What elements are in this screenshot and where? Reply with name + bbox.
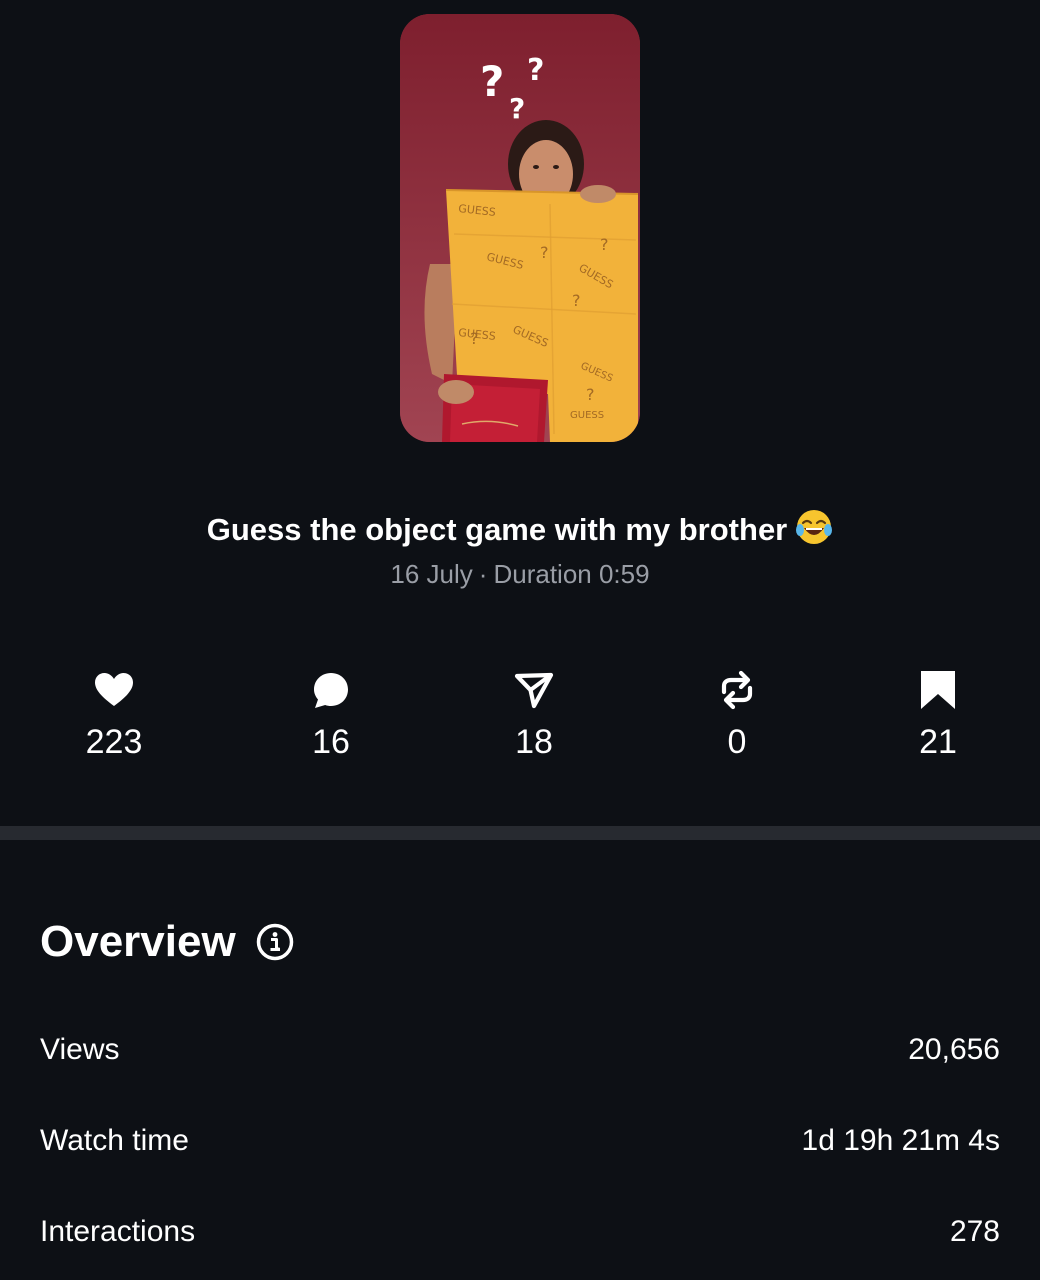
comment-icon bbox=[314, 673, 348, 708]
reposts-count: 0 bbox=[727, 723, 747, 761]
watch-time-value: 1d 19h 21m 4s bbox=[801, 1124, 1000, 1157]
svg-text:?: ? bbox=[480, 57, 504, 106]
video-title: Guess the object game with my brother bbox=[0, 508, 1040, 551]
heart-icon bbox=[95, 673, 133, 706]
video-title-text: Guess the object game with my brother bbox=[206, 512, 788, 547]
svg-text:GUESS: GUESS bbox=[570, 410, 604, 421]
saves-count: 21 bbox=[919, 723, 957, 761]
interactions-value: 278 bbox=[949, 1215, 1000, 1248]
video-duration: Duration 0:59 bbox=[493, 559, 650, 589]
repost-icon bbox=[721, 670, 753, 710]
svg-text:?: ? bbox=[572, 291, 581, 310]
bookmark-icon bbox=[921, 671, 955, 709]
views-row: Views 20,656 bbox=[40, 1028, 1000, 1072]
shares-stat: 18 bbox=[464, 668, 604, 762]
video-thumbnail[interactable]: ? ? ? GUESS GUESS GUESS GUESS GUESS GUES… bbox=[400, 14, 640, 442]
shares-count: 18 bbox=[515, 723, 553, 761]
interactions-row: Interactions 278 bbox=[40, 1210, 1000, 1254]
comments-count: 16 bbox=[312, 723, 350, 761]
svg-text:?: ? bbox=[527, 53, 544, 88]
svg-text:?: ? bbox=[540, 243, 549, 262]
video-date: 16 July bbox=[390, 559, 473, 589]
video-meta: 16 July · Duration 0:59 bbox=[0, 556, 1040, 592]
saves-stat: 21 bbox=[868, 668, 1008, 762]
views-label: Views bbox=[40, 1033, 120, 1066]
views-value: 20,656 bbox=[908, 1033, 1000, 1066]
engagement-stats: 223 16 18 0 21 bbox=[0, 668, 1040, 778]
meta-separator: · bbox=[478, 559, 488, 589]
overview-heading: Overview bbox=[40, 917, 236, 966]
svg-text:?: ? bbox=[509, 92, 525, 125]
thumbnail-image: ? ? ? GUESS GUESS GUESS GUESS GUESS GUES… bbox=[400, 14, 640, 442]
svg-text:?: ? bbox=[586, 385, 595, 404]
watch-time-row: Watch time 1d 19h 21m 4s bbox=[40, 1119, 1000, 1163]
comments-stat: 16 bbox=[261, 668, 401, 762]
share-icon bbox=[514, 672, 554, 709]
interactions-label: Interactions bbox=[40, 1215, 196, 1248]
section-divider bbox=[0, 826, 1040, 840]
laughing-emoji-icon bbox=[796, 510, 833, 544]
info-icon[interactable] bbox=[256, 923, 294, 961]
likes-stat: 223 bbox=[44, 668, 184, 762]
likes-count: 223 bbox=[85, 723, 143, 761]
svg-text:?: ? bbox=[600, 235, 609, 254]
watch-time-label: Watch time bbox=[40, 1124, 189, 1157]
overview-header: Overview bbox=[40, 912, 294, 972]
reposts-stat: 0 bbox=[667, 668, 807, 762]
svg-text:?: ? bbox=[470, 329, 479, 348]
